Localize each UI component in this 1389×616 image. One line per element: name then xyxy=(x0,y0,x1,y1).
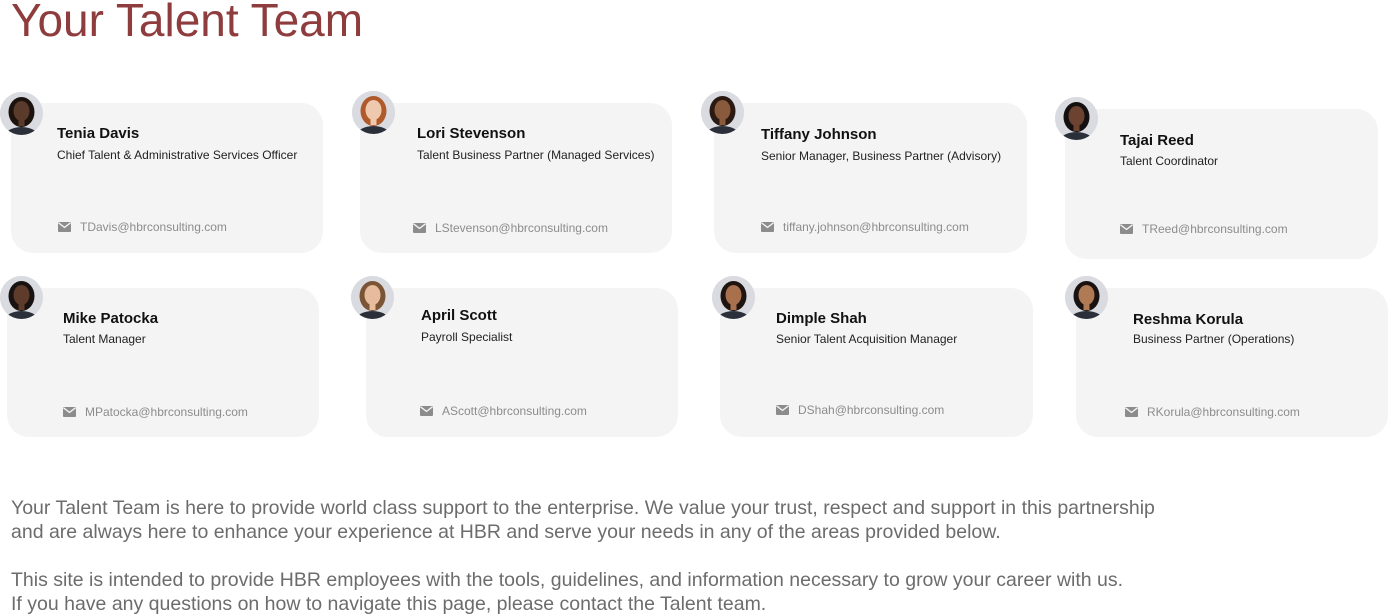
avatar-tiffany-johnson xyxy=(701,91,744,134)
member-name: Mike Patocka xyxy=(63,310,159,327)
member-name: Tenia Davis xyxy=(57,125,140,142)
member-role: Senior Talent Acquisition Manager xyxy=(776,332,958,346)
member-name: Tiffany Johnson xyxy=(761,126,877,143)
avatar-april-scott xyxy=(351,276,394,319)
member-email[interactable]: RKorula@hbrconsulting.com xyxy=(1147,405,1300,419)
member-name: Dimple Shah xyxy=(776,310,867,327)
mail-icon xyxy=(1125,407,1138,417)
member-email-row: tiffany.johnson@hbrconsulting.com xyxy=(761,220,969,234)
person-avatar-icon xyxy=(351,276,394,319)
mail-icon xyxy=(776,405,789,415)
member-role: Chief Talent & Administrative Services O… xyxy=(57,148,298,162)
member-email-row: DShah@hbrconsulting.com xyxy=(776,403,944,417)
member-email[interactable]: tiffany.johnson@hbrconsulting.com xyxy=(783,220,969,234)
person-avatar-icon xyxy=(712,276,755,319)
person-avatar-icon xyxy=(1065,276,1108,319)
member-email-row: TDavis@hbrconsulting.com xyxy=(58,220,227,234)
person-avatar-icon xyxy=(1055,97,1098,140)
mail-icon xyxy=(1120,224,1133,234)
member-role: Senior Manager, Business Partner (Adviso… xyxy=(761,149,1002,163)
member-role: Talent Coordinator xyxy=(1120,154,1219,168)
person-avatar-icon xyxy=(0,276,43,319)
intro-text-line-1: Your Talent Team is here to provide worl… xyxy=(11,497,1155,519)
avatar-tenia-davis xyxy=(0,92,43,135)
member-name: April Scott xyxy=(421,307,497,324)
mail-icon xyxy=(413,223,426,233)
member-email[interactable]: LStevenson@hbrconsulting.com xyxy=(435,221,608,235)
member-name: Lori Stevenson xyxy=(417,125,526,142)
member-email-row: LStevenson@hbrconsulting.com xyxy=(413,221,608,235)
avatar-reshma-korula xyxy=(1065,276,1108,319)
team-member-card xyxy=(1065,109,1378,259)
member-email[interactable]: TDavis@hbrconsulting.com xyxy=(80,220,227,234)
avatar-lori-stevenson xyxy=(352,91,395,134)
person-avatar-icon xyxy=(0,92,43,135)
mail-icon xyxy=(761,222,774,232)
member-name: Reshma Korula xyxy=(1133,311,1244,328)
member-email[interactable]: AScott@hbrconsulting.com xyxy=(442,404,587,418)
member-role: Talent Business Partner (Managed Service… xyxy=(417,148,655,162)
avatar-tajai-reed xyxy=(1055,97,1098,140)
intro-text-line-4: If you have any questions on how to navi… xyxy=(11,593,767,615)
person-avatar-icon xyxy=(352,91,395,134)
avatar-mike-patocka xyxy=(0,276,43,319)
member-email-row: RKorula@hbrconsulting.com xyxy=(1125,405,1300,419)
member-email[interactable]: DShah@hbrconsulting.com xyxy=(798,403,944,417)
person-avatar-icon xyxy=(701,91,744,134)
member-email-row: AScott@hbrconsulting.com xyxy=(420,404,587,418)
member-email-row: MPatocka@hbrconsulting.com xyxy=(63,405,248,419)
member-email[interactable]: MPatocka@hbrconsulting.com xyxy=(85,405,248,419)
member-email[interactable]: TReed@hbrconsulting.com xyxy=(1142,222,1288,236)
member-email-row: TReed@hbrconsulting.com xyxy=(1120,222,1288,236)
avatar-dimple-shah xyxy=(712,276,755,319)
mail-icon xyxy=(58,222,71,232)
member-role: Business Partner (Operations) xyxy=(1133,332,1295,346)
talent-team-page: Your Talent Team Tenia Davis Chief Talen… xyxy=(0,0,1389,616)
mail-icon xyxy=(63,407,76,417)
intro-text-line-3: This site is intended to provide HBR emp… xyxy=(11,569,1124,591)
page-title: Your Talent Team xyxy=(11,0,364,46)
member-role: Talent Manager xyxy=(63,332,146,346)
member-name: Tajai Reed xyxy=(1120,132,1194,149)
mail-icon xyxy=(420,406,433,416)
intro-text-line-2: and are always here to enhance your expe… xyxy=(11,521,1001,543)
member-role: Payroll Specialist xyxy=(421,330,513,344)
